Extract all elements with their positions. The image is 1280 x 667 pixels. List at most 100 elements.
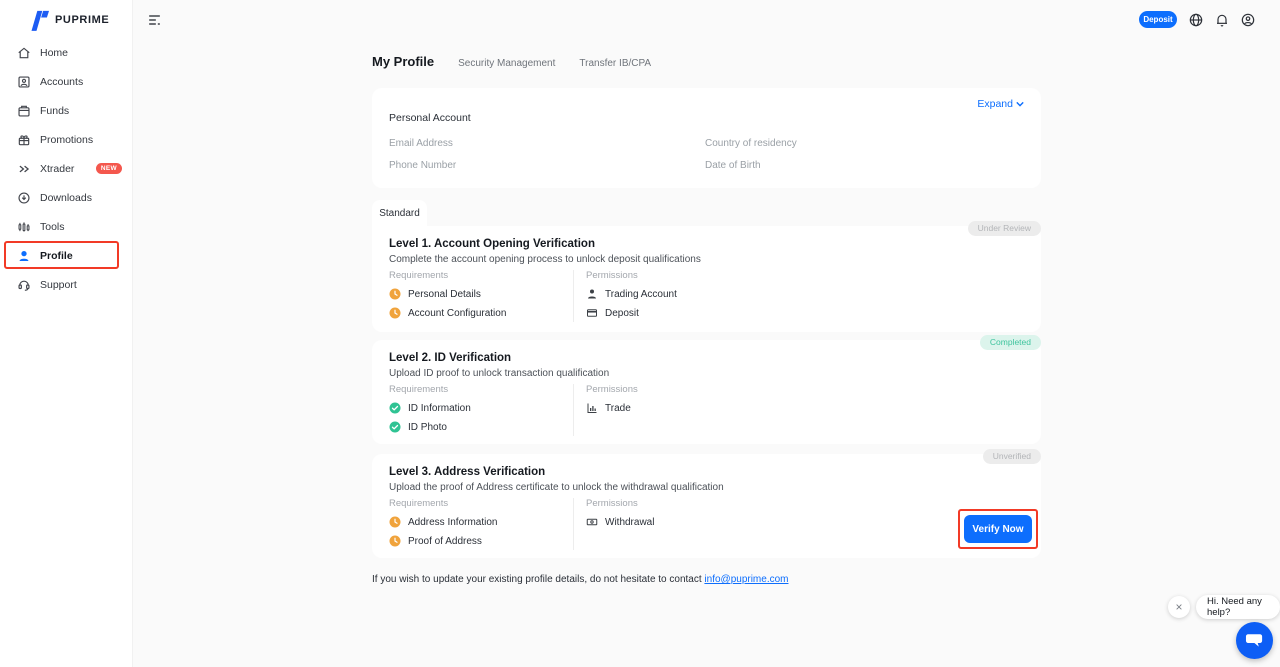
personal-account-title: Personal Account [389, 112, 471, 124]
chat-launcher-button[interactable] [1236, 622, 1273, 659]
requirement-item: Address Information [389, 516, 569, 528]
permissions-column: Permissions Trade [573, 384, 638, 436]
requirements-column: Requirements Personal Details Account Co… [389, 270, 569, 319]
done-check-icon [389, 421, 401, 433]
permissions-column: Permissions Withdrawal [573, 498, 654, 550]
level-description: Complete the account opening process to … [389, 254, 701, 265]
level-title: Level 1. Account Opening Verification [389, 238, 595, 250]
requirements-header: Requirements [389, 384, 569, 395]
requirement-item: ID Information [389, 402, 569, 414]
account-icon[interactable] [1240, 12, 1256, 28]
permission-label: Trading Account [605, 289, 677, 300]
sidebar: PUPRIME Home Accounts Funds [0, 0, 133, 667]
expand-toggle[interactable]: Expand [977, 98, 1024, 110]
close-icon: × [1175, 600, 1182, 614]
sidebar-item-support[interactable]: Support [0, 270, 132, 299]
sidebar-item-downloads[interactable]: Downloads [0, 183, 132, 212]
sidebar-item-promotions[interactable]: Promotions [0, 125, 132, 154]
sidebar-item-label: Tools [40, 221, 65, 233]
withdrawal-icon [586, 516, 598, 528]
trading-account-icon [586, 288, 598, 300]
requirement-label: Address Information [408, 517, 498, 528]
app: PUPRIME Home Accounts Funds [0, 0, 1280, 667]
chat-bubble-icon [1245, 632, 1264, 649]
permissions-header: Permissions [586, 270, 677, 281]
permission-item: Deposit [586, 307, 677, 319]
requirements-header: Requirements [389, 270, 569, 281]
profile-tabs: My Profile Security Management Transfer … [372, 54, 651, 69]
sidebar-item-label: Funds [40, 105, 69, 117]
contact-email-link[interactable]: info@puprime.com [704, 574, 788, 585]
promotions-icon [17, 133, 31, 147]
bell-icon[interactable] [1214, 12, 1230, 28]
home-icon [17, 46, 31, 60]
chat-close-button[interactable]: × [1168, 596, 1190, 618]
downloads-icon [17, 191, 31, 205]
level-description: Upload the proof of Address certificate … [389, 482, 724, 493]
requirement-label: ID Information [408, 403, 471, 414]
permissions-header: Permissions [586, 384, 638, 395]
sidebar-item-home[interactable]: Home [0, 38, 132, 67]
sidebar-item-funds[interactable]: Funds [0, 96, 132, 125]
verify-now-button[interactable]: Verify Now [964, 515, 1032, 543]
tab-my-profile[interactable]: My Profile [372, 54, 434, 69]
trade-icon [586, 402, 598, 414]
requirement-item: Personal Details [389, 288, 569, 300]
sidebar-item-label: Profile [40, 250, 73, 262]
level-3-card: Unverified Level 3. Address Verification… [372, 454, 1041, 558]
annotation-verify-highlight: Verify Now [958, 509, 1038, 549]
status-badge: Unverified [983, 449, 1041, 464]
requirement-label: ID Photo [408, 422, 447, 433]
field-label-phone: Phone Number [389, 160, 456, 171]
permissions-header: Permissions [586, 498, 654, 509]
level-2-card: Completed Level 2. ID Verification Uploa… [372, 340, 1041, 444]
footer-text: If you wish to update your existing prof… [372, 574, 704, 585]
requirement-label: Personal Details [408, 289, 481, 300]
globe-icon[interactable] [1188, 12, 1204, 28]
sidebar-item-label: Support [40, 279, 77, 291]
chat-greeting-bubble[interactable]: Hi. Need any help? [1196, 595, 1280, 619]
pending-clock-icon [389, 288, 401, 300]
sidebar-item-tools[interactable]: Tools [0, 212, 132, 241]
requirements-header: Requirements [389, 498, 569, 509]
requirement-item: ID Photo [389, 421, 569, 433]
sidebar-item-profile[interactable]: Profile [0, 241, 132, 270]
sidebar-item-xtrader[interactable]: Xtrader NEW [0, 154, 132, 183]
tab-security-management[interactable]: Security Management [458, 58, 555, 69]
personal-account-card: Expand Personal Account Email Address Ph… [372, 88, 1041, 188]
tools-icon [17, 220, 31, 234]
sidebar-item-accounts[interactable]: Accounts [0, 67, 132, 96]
pending-clock-icon [389, 516, 401, 528]
done-check-icon [389, 402, 401, 414]
requirements-column: Requirements Address Information Proof o… [389, 498, 569, 547]
deposit-button[interactable]: Deposit [1139, 11, 1177, 28]
footer-note: If you wish to update your existing prof… [372, 574, 789, 585]
level-title: Level 3. Address Verification [389, 466, 545, 478]
requirement-item: Account Configuration [389, 307, 569, 319]
sidebar-nav: Home Accounts Funds Promotions [0, 38, 132, 299]
status-badge: Completed [980, 335, 1041, 350]
brand-logo[interactable]: PUPRIME [29, 9, 109, 31]
requirement-item: Proof of Address [389, 535, 569, 547]
profile-icon [17, 249, 31, 263]
requirement-label: Account Configuration [408, 308, 506, 319]
new-badge: NEW [96, 163, 122, 174]
requirement-label: Proof of Address [408, 536, 482, 547]
tab-standard[interactable]: Standard [372, 200, 427, 226]
puprime-logo-icon [29, 9, 49, 31]
field-label-dob: Date of Birth [705, 160, 761, 171]
requirements-column: Requirements ID Information ID Photo [389, 384, 569, 433]
support-icon [17, 278, 31, 292]
permission-label: Withdrawal [605, 517, 654, 528]
status-badge: Under Review [968, 221, 1041, 236]
permission-label: Deposit [605, 308, 639, 319]
xtrader-icon [17, 162, 31, 176]
sidebar-item-label: Promotions [40, 134, 93, 146]
expand-label: Expand [977, 98, 1013, 110]
menu-fold-icon[interactable] [146, 12, 163, 28]
pending-clock-icon [389, 307, 401, 319]
sidebar-item-label: Accounts [40, 76, 83, 88]
field-label-country: Country of residency [705, 138, 797, 149]
level-title: Level 2. ID Verification [389, 352, 511, 364]
tab-transfer-ib-cpa[interactable]: Transfer IB/CPA [579, 58, 651, 69]
